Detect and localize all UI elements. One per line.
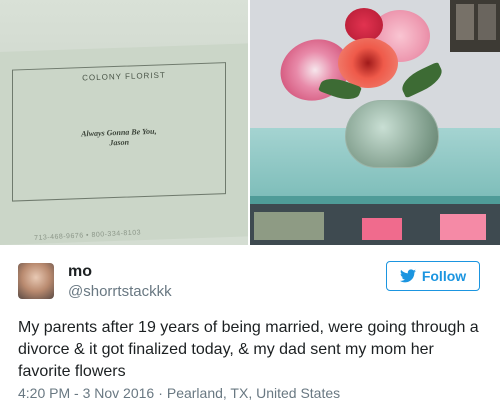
glass-vase [345, 100, 439, 168]
sticky-note [362, 218, 402, 240]
tweet-timestamp[interactable]: 4:20 PM - 3 Nov 2016 [18, 385, 154, 401]
red-rose [345, 8, 383, 42]
avatar[interactable] [18, 263, 54, 299]
tweet-meta: 4:20 PM - 3 Nov 2016 · Pearland, TX, Unite… [18, 385, 340, 401]
papers [254, 212, 324, 240]
user-handle[interactable]: @shorrtstackkk [68, 283, 172, 300]
sticky-note [440, 214, 486, 240]
card-photo[interactable]: COLONY FLORIST Always Gonna Be You, Jaso… [0, 0, 248, 245]
table-edge [250, 196, 500, 204]
follow-label: Follow [421, 268, 467, 284]
display-name[interactable]: mo [68, 263, 92, 281]
tweet-card: mo @shorrtstackkk Follow My parents afte… [0, 245, 500, 409]
tweet-text: My parents after 19 years of being marri… [18, 319, 479, 380]
tweet-location[interactable]: Pearland, TX, United States [167, 385, 340, 401]
window-pane [478, 4, 496, 40]
follow-button[interactable]: Follow [386, 261, 480, 291]
twitter-bird-icon [399, 269, 416, 283]
meta-separator: · [158, 385, 163, 401]
window-pane [456, 4, 474, 40]
red-gerbera [338, 38, 398, 88]
flowers-photo[interactable] [250, 0, 500, 245]
window [450, 0, 500, 52]
tweet-photos[interactable]: COLONY FLORIST Always Gonna Be You, Jaso… [0, 0, 500, 245]
